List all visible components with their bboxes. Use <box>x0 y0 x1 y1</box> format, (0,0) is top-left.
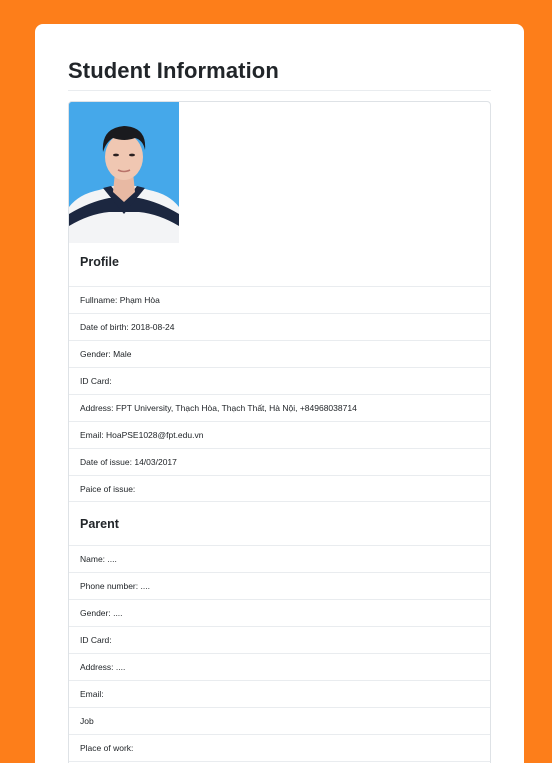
gender-label: Gender: <box>80 349 114 359</box>
fullname-label: Fullname: <box>80 295 120 305</box>
date-of-issue-value: 14/03/2017 <box>134 457 177 467</box>
profile-row-address: Address: FPT University, Thạch Hòa, Thạc… <box>69 394 490 421</box>
fullname-value: Phạm Hòa <box>119 295 160 305</box>
profile-heading: Profile <box>80 255 119 269</box>
address-value: FPT University, Thạch Hòa, Thạch Thất, H… <box>115 403 357 413</box>
student-info-card: Profile Fullname: Phạm Hòa Date of birth… <box>68 101 491 763</box>
parent-email-label: Email: <box>80 689 106 699</box>
dob-label: Date of birth: <box>80 322 132 332</box>
profile-row-fullname: Fullname: Phạm Hòa <box>69 286 490 313</box>
address-label: Address: <box>80 403 116 413</box>
profile-row-id-card: ID Card: <box>69 367 490 394</box>
parent-heading: Parent <box>80 516 119 531</box>
profile-row-dob: Date of birth: 2018-08-24 <box>69 313 490 340</box>
page-title: Student Information <box>68 58 279 83</box>
profile-row-date-of-issue: Date of issue: 14/03/2017 <box>69 448 490 475</box>
parent-place-of-work-label: Place of work: <box>80 743 136 753</box>
date-of-issue-label: Date of issue: <box>80 457 135 467</box>
parent-heading-row: Parent <box>69 501 490 545</box>
parent-gender-label: Gender: <box>80 608 114 618</box>
parent-address-label: Address: <box>80 662 116 672</box>
parent-address-value: .... <box>115 662 126 672</box>
parent-row-gender: Gender: .... <box>69 599 490 626</box>
email-value: HoaPSE1028@fpt.edu.vn <box>105 430 204 440</box>
parent-name-label: Name: <box>80 554 108 564</box>
id-card-label: ID Card: <box>80 376 115 386</box>
title-divider <box>68 90 491 91</box>
gender-value: Male <box>113 349 132 359</box>
parent-job-label: Job <box>80 716 94 726</box>
student-photo <box>69 102 179 243</box>
parent-row-address: Address: .... <box>69 653 490 680</box>
parent-phone-label: Phone number: <box>80 581 141 591</box>
profile-row-place-of-issue: Paice of issue: <box>69 475 490 502</box>
parent-row-place-of-work: Place of work: <box>69 734 490 761</box>
profile-row-gender: Gender: Male <box>69 340 490 367</box>
main-card: Student Information Profile Fullname: Ph… <box>35 24 524 763</box>
parent-name-value: .... <box>107 554 117 564</box>
parent-gender-value: .... <box>113 608 123 618</box>
parent-id-card-label: ID Card: <box>80 635 115 645</box>
dob-value: 2018-08-24 <box>131 322 175 332</box>
parent-row-phone: Phone number: .... <box>69 572 490 599</box>
parent-row-name: Name: .... <box>69 545 490 572</box>
parent-phone-value: .... <box>140 581 150 591</box>
parent-row-id-card: ID Card: <box>69 626 490 653</box>
place-of-issue-label: Paice of issue: <box>80 484 138 494</box>
parent-row-job: Job <box>69 707 490 734</box>
parent-row-email: Email: <box>69 680 490 707</box>
email-label: Email: <box>80 430 106 440</box>
profile-row-email: Email: HoaPSE1028@fpt.edu.vn <box>69 421 490 448</box>
student-photo-image <box>69 102 179 243</box>
